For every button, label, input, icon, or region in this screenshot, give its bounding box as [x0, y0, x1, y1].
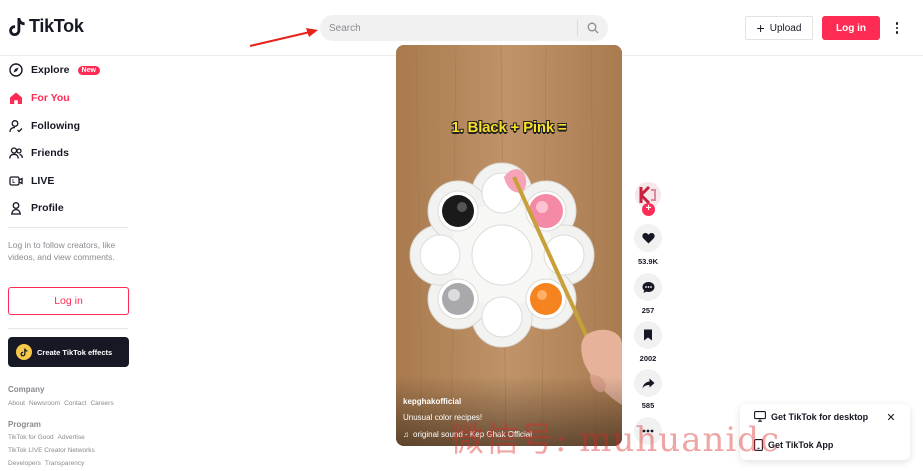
comment-count: 257	[641, 306, 655, 315]
search-icon	[587, 22, 599, 34]
sidebar-item-explore[interactable]: Explore New	[8, 60, 100, 80]
comment-icon	[642, 281, 654, 293]
following-icon	[8, 118, 24, 134]
footer-link[interactable]: Contact	[64, 400, 86, 407]
footer-program-links: TikTok LIVE Creator Networks	[8, 447, 99, 454]
sidebar-login-button[interactable]: Log in	[8, 287, 129, 315]
search-button[interactable]	[578, 15, 608, 41]
footer-link[interactable]: Advertise	[58, 434, 85, 441]
tiktok-logo[interactable]: TikTok	[8, 16, 84, 37]
sidebar-item-live[interactable]: L LIVE	[8, 171, 54, 191]
footer-link[interactable]: Transparency	[45, 460, 85, 467]
footer-company-links: About Newsroom Contact Careers	[8, 400, 118, 407]
plus-icon: +	[756, 20, 765, 36]
search-bar	[320, 15, 608, 41]
music-note-icon: ♫	[403, 430, 409, 439]
video-player[interactable]: 1. Black + Pink = kepghakofficial Unusua…	[396, 45, 622, 446]
sidebar-divider	[8, 227, 128, 228]
home-icon	[8, 90, 24, 106]
bookmark-icon	[644, 329, 652, 341]
video-author[interactable]: kepghakofficial	[403, 397, 461, 406]
footer-link[interactable]: TikTok for Good	[8, 434, 54, 441]
sidebar-item-following[interactable]: Following	[8, 116, 80, 136]
like-count: 53.9K	[637, 257, 658, 266]
upload-label: Upload	[769, 22, 802, 34]
sidebar-item-label: LIVE	[31, 175, 55, 187]
footer-program-heading: Program	[8, 420, 41, 429]
logo-text: TikTok	[29, 16, 84, 36]
new-badge: New	[77, 65, 100, 75]
share-icon	[642, 378, 654, 388]
sidebar-item-friends[interactable]: Friends	[8, 143, 69, 163]
svg-text:L: L	[12, 179, 15, 185]
search-input[interactable]	[320, 22, 577, 34]
video-caption-overlay: 1. Black + Pink =	[451, 119, 567, 136]
footer-link[interactable]: Careers	[90, 400, 113, 407]
effects-logo-icon	[16, 344, 32, 360]
close-icon[interactable]: ✕	[885, 411, 897, 424]
like-button[interactable]	[634, 224, 662, 252]
sidebar-item-label: Friends	[31, 147, 69, 159]
profile-icon	[8, 200, 24, 216]
sidebar-item-for-you[interactable]: For You	[8, 88, 70, 108]
friends-icon	[8, 145, 24, 161]
footer-link[interactable]: Developers	[8, 460, 41, 467]
compass-icon	[8, 62, 24, 78]
create-effects-button[interactable]: Create TikTok effects	[8, 337, 129, 367]
footer-program-links: Developers Transparency	[8, 460, 88, 467]
follow-button[interactable]: +	[642, 203, 655, 216]
footer-link[interactable]: Newsroom	[29, 400, 60, 407]
comment-button[interactable]	[634, 273, 662, 301]
live-icon: L	[8, 173, 24, 189]
sidebar-item-label: Profile	[31, 202, 64, 214]
sidebar-item-profile[interactable]: Profile	[8, 198, 64, 218]
red-arrow-annotation	[249, 28, 318, 47]
more-menu-icon[interactable]	[890, 18, 904, 38]
save-button[interactable]	[634, 321, 662, 349]
sidebar: Explore New For You Following Friends L …	[0, 56, 140, 471]
upload-button[interactable]: + Upload	[745, 16, 813, 40]
effects-label: Create TikTok effects	[37, 347, 113, 357]
footer-link[interactable]: TikTok LIVE Creator Networks	[8, 447, 95, 454]
header-login-button[interactable]: Log in	[822, 16, 880, 40]
share-count: 585	[641, 401, 655, 410]
sidebar-item-label: For You	[31, 92, 70, 104]
tiktok-logo-icon	[9, 17, 25, 36]
sidebar-item-label: Following	[31, 120, 80, 132]
sidebar-divider	[8, 328, 128, 329]
footer-link[interactable]: About	[8, 400, 25, 407]
watermark-text: 微信号: muhuanidc	[450, 420, 781, 460]
footer-company-heading: Company	[8, 385, 45, 394]
footer-program-links: TikTok for Good Advertise	[8, 434, 89, 441]
sidebar-item-label: Explore	[31, 64, 70, 76]
desktop-label: Get TikTok for desktop	[771, 411, 869, 422]
heart-icon	[641, 232, 655, 244]
share-button[interactable]	[634, 369, 662, 397]
login-prompt-text: Log in to follow creators, like videos, …	[8, 240, 116, 262]
save-count: 2002	[639, 354, 657, 363]
